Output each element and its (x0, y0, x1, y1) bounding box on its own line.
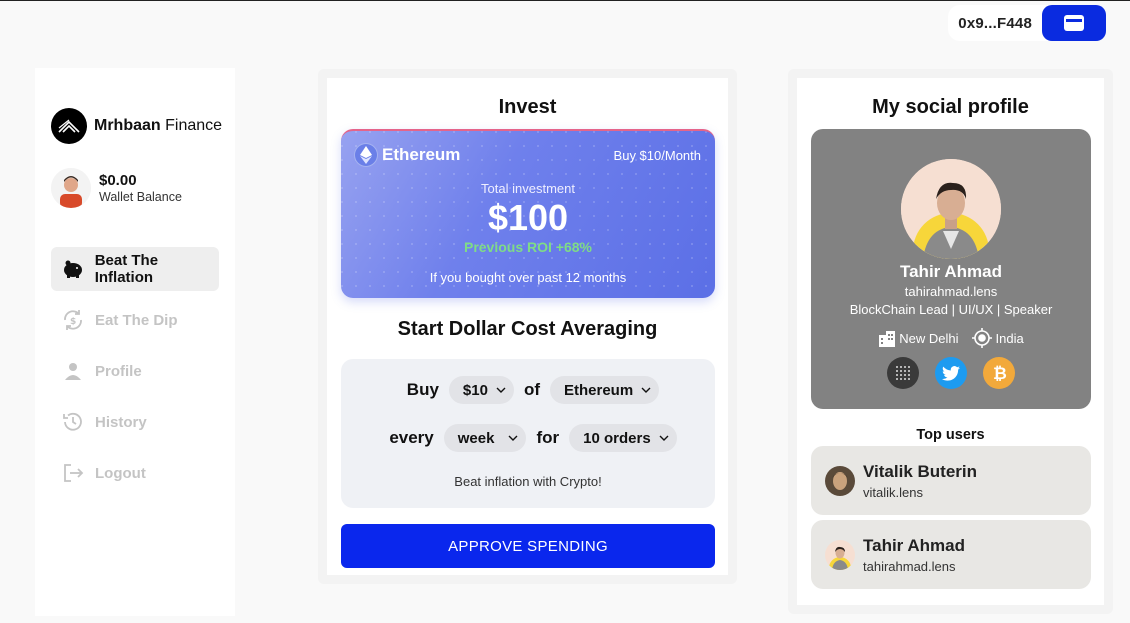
amount-select[interactable]: $10 (448, 376, 514, 404)
svg-text:$: $ (70, 317, 76, 327)
asset-select[interactable]: Ethereum (550, 376, 660, 404)
invest-panel: Invest Ethereum Buy $10/Month Total inve… (318, 69, 737, 584)
amount-value: $10 (462, 381, 488, 399)
sidebar-item-label: Profile (95, 362, 142, 380)
chevron-down-icon (508, 435, 518, 441)
sidebar-item-beat-the-inflation[interactable]: Beat The Inflation (51, 247, 219, 291)
wallet-button[interactable] (1042, 5, 1106, 41)
sidebar-item-logout[interactable]: Logout (51, 451, 219, 495)
social-title: My social profile (872, 96, 1029, 118)
avatar (825, 539, 855, 570)
sidebar-item-label: Eat The Dip (95, 311, 178, 329)
logout-icon (61, 461, 85, 485)
orders-select[interactable]: 10 orders (569, 424, 677, 452)
brand-logo-icon (51, 108, 87, 144)
user-handle: tahirahmad.lens (863, 558, 956, 574)
user-name: Vitalik Buterin (863, 461, 977, 481)
sidebar-item-history[interactable]: History (51, 400, 219, 444)
brand-name: Mrhbaan Finance (94, 117, 223, 134)
buy-rate: Buy $10/Month (613, 148, 701, 163)
dca-title: Start Dollar Cost Averaging (397, 318, 658, 340)
balance-amount: $0.00 (99, 172, 137, 189)
refresh-dollar-icon: $ (61, 308, 85, 332)
avatar[interactable] (51, 168, 91, 208)
card-note: If you bought over past 12 months (429, 270, 627, 285)
brand[interactable]: Mrhbaan Finance (51, 108, 222, 144)
social-panel: My social profile Tahir Ahmad tahirahmad… (788, 69, 1113, 614)
wallet-balance: $0.00 Wallet Balance (51, 168, 182, 208)
dca-word-of: of (523, 380, 540, 399)
sidebar-item-label: History (95, 413, 147, 431)
total-investment-amount: $100 (487, 197, 569, 238)
sidebar-nav: Beat The Inflation $ Eat The Dip Profile (51, 247, 219, 502)
sidebar-item-label: Beat The Inflation (94, 252, 159, 286)
wallet-connection: 0x9...F448 (948, 5, 1106, 41)
period-value: week (457, 429, 495, 447)
sidebar: Mrhbaan Finance $0.00 Wallet Balance Bea… (35, 68, 235, 616)
profile-name: Tahir Ahmad (899, 262, 1002, 281)
social-links: ₿ (811, 357, 1091, 389)
dots-grid-icon[interactable] (887, 357, 919, 389)
asset-value: Ethereum (564, 381, 634, 399)
dca-form: Buy $10 of Ethereum every week for 10 or… (341, 359, 715, 508)
location-target-icon (971, 328, 992, 348)
period-select[interactable]: week (443, 424, 527, 452)
user-name: Tahir Ahmad (863, 535, 966, 555)
asset-name: Ethereum (382, 145, 461, 164)
chevron-down-icon (496, 387, 506, 393)
history-icon (61, 410, 85, 434)
dca-word-for: for (536, 428, 560, 447)
approve-spending-button[interactable]: APPROVE SPENDING (341, 524, 715, 568)
bitcoin-icon[interactable]: ₿ (983, 357, 1015, 389)
list-item[interactable]: Vitalik Buterin vitalik.lens (811, 446, 1091, 515)
dca-word-buy: Buy (406, 380, 439, 399)
total-investment-label: Total investment (481, 181, 575, 196)
profile-handle: tahirahmad.lens (904, 284, 998, 299)
profile-country: India (995, 330, 1024, 346)
sidebar-item-eat-the-dip[interactable]: $ Eat The Dip (51, 298, 219, 342)
invest-title: Invest (498, 96, 557, 118)
svg-text:₿: ₿ (993, 364, 1007, 383)
list-item[interactable]: Tahir Ahmad tahirahmad.lens (811, 520, 1091, 589)
profile-card: Tahir Ahmad tahirahmad.lens BlockChain L… (811, 129, 1091, 409)
orders-value: 10 orders (583, 429, 651, 447)
balance-label: Wallet Balance (99, 190, 182, 204)
investment-card: Ethereum Buy $10/Month Total investment … (341, 129, 715, 298)
twitter-icon[interactable] (935, 357, 967, 389)
chevron-down-icon (641, 387, 651, 393)
user-icon (61, 359, 85, 383)
roi-text: Previous ROI +68% (463, 239, 592, 255)
wallet-address[interactable]: 0x9...F448 (948, 15, 1042, 32)
dca-word-every: every (389, 428, 434, 447)
profile-city: New Delhi (899, 330, 959, 346)
user-handle: vitalik.lens (863, 484, 923, 500)
dca-tagline: Beat inflation with Crypto! (454, 474, 602, 489)
top-users-title: Top users (916, 427, 985, 443)
profile-location: New Delhi India (811, 327, 1091, 349)
piggy-bank-icon (61, 257, 85, 281)
wallet-icon (1064, 15, 1084, 31)
avatar (825, 465, 855, 496)
building-icon (879, 331, 896, 347)
chevron-down-icon (659, 435, 669, 441)
profile-bio: BlockChain Lead | UI/UX | Speaker (849, 302, 1053, 317)
sidebar-item-profile[interactable]: Profile (51, 349, 219, 393)
sidebar-item-label: Logout (95, 464, 146, 482)
profile-avatar[interactable] (901, 159, 1001, 259)
ethereum-icon (354, 143, 378, 167)
